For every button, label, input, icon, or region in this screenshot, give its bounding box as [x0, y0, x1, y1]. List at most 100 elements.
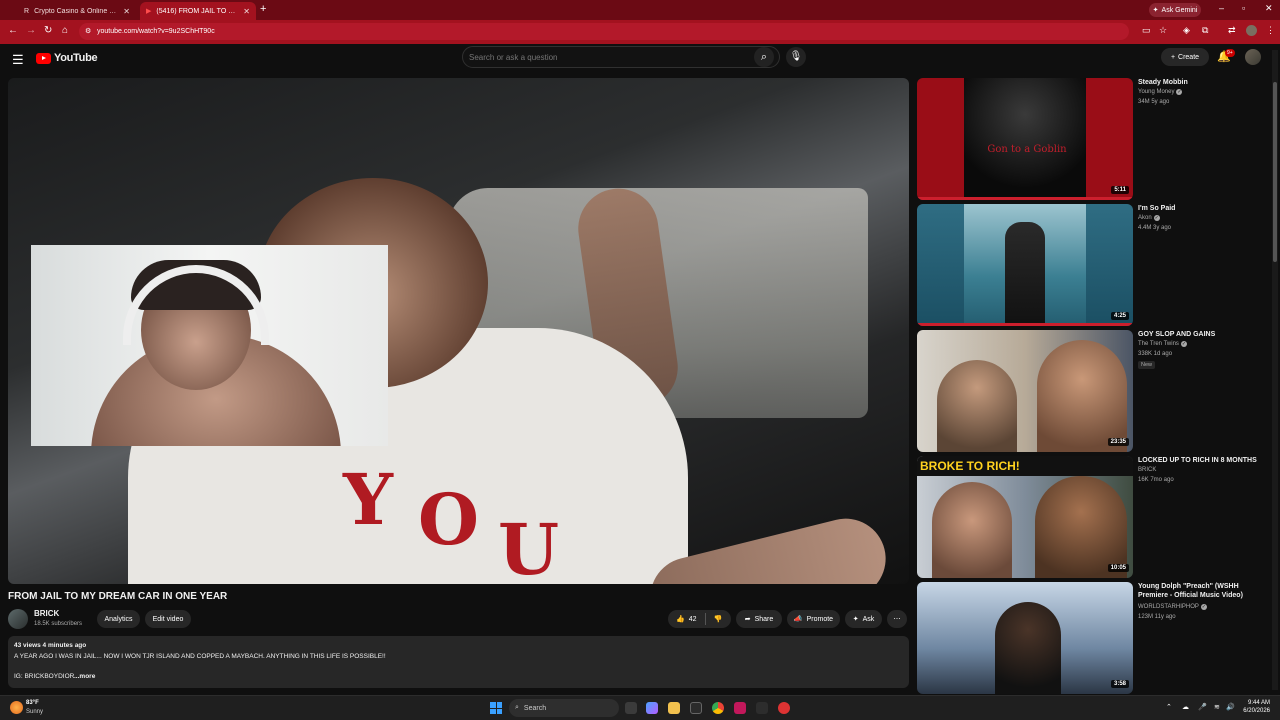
youtube-favicon-icon: ▶: [146, 8, 152, 15]
show-more-link[interactable]: ...more: [74, 673, 95, 680]
taskbar-search-label: Search: [523, 704, 547, 712]
tab-youtube-video[interactable]: ▶ (5416) FROM JAIL TO MY DREA... ✕: [140, 2, 256, 20]
recommendation-title[interactable]: GOY SLOP AND GAINS: [1138, 330, 1268, 339]
windows-start-icon[interactable]: [490, 702, 502, 714]
video-thumbnail[interactable]: 4:25: [917, 204, 1133, 326]
app-a-icon[interactable]: [734, 702, 746, 714]
url-text: youtube.com/watch?v=9u2SChHT90c: [97, 28, 215, 35]
figure-in-suit: [1005, 222, 1045, 326]
recommendation-channel: BRICK: [1138, 467, 1157, 473]
minimize-icon[interactable]: –: [1219, 3, 1224, 13]
search-icon: ⌕: [515, 704, 519, 711]
promote-button[interactable]: 📣 Promote: [787, 610, 840, 628]
site-info-icon[interactable]: ⚙: [85, 23, 91, 40]
scrollbar-thumb[interactable]: [1273, 82, 1277, 262]
recommendation-title[interactable]: Young Dolph "Preach" (WSHH Premiere - Of…: [1138, 582, 1268, 600]
sidebar-icon[interactable]: ⇄: [1228, 25, 1236, 36]
back-arrow-icon[interactable]: ←: [8, 25, 18, 36]
reload-icon[interactable]: ↻: [44, 25, 52, 36]
wifi-icon[interactable]: ≋: [1214, 703, 1220, 711]
tray-chevron-icon[interactable]: ⌃: [1166, 703, 1172, 711]
subscriber-count: 18.5K subscribers: [34, 621, 83, 627]
tab-title: Crypto Casino & Online Gambli...: [34, 7, 119, 15]
recommendation-title[interactable]: LOCKED UP TO RICH IN 8 MONTHS: [1138, 456, 1268, 465]
calendar-app-icon[interactable]: [690, 702, 702, 714]
account-avatar[interactable]: [1245, 49, 1261, 65]
duration-badge: 5:11: [1111, 186, 1129, 194]
volume-icon[interactable]: 🔊: [1226, 703, 1235, 711]
close-icon[interactable]: ✕: [243, 7, 250, 16]
recommendation-stats: 4.4M 3y ago: [1138, 225, 1172, 231]
video-thumbnail[interactable]: 3:58: [917, 582, 1133, 694]
recommendation-item[interactable]: 23:35 GOY SLOP AND GAINS The Tren Twins ✓…: [917, 330, 1267, 452]
page-scrollbar[interactable]: [1272, 50, 1278, 690]
description-ig: IG: BRICKBOYDIOR: [14, 673, 75, 680]
create-button[interactable]: + Create: [1161, 48, 1209, 66]
app-red-icon[interactable]: [778, 702, 790, 714]
puzzle-icon[interactable]: ⧉: [1202, 25, 1208, 36]
jersey-letter: U: [498, 508, 560, 584]
maximize-icon[interactable]: ▫: [1242, 3, 1245, 13]
notification-count-badge: 9+: [1225, 49, 1235, 57]
edit-video-button[interactable]: Edit video: [145, 610, 191, 628]
close-icon[interactable]: ✕: [123, 7, 130, 16]
window-close-icon[interactable]: ✕: [1265, 3, 1273, 14]
recommendation-stats: 16K 7mo ago: [1138, 477, 1174, 483]
thumbs-down-icon[interactable]: 👎: [714, 615, 723, 623]
recommendation-title[interactable]: I'm So Paid: [1138, 204, 1268, 213]
home-icon[interactable]: ⌂: [62, 25, 68, 36]
forward-arrow-icon[interactable]: →: [26, 25, 36, 36]
youtube-logo-text: YouTube: [54, 52, 98, 64]
video-thumbnail[interactable]: Gon to a Goblin 5:11: [917, 78, 1133, 200]
search-box[interactable]: [462, 46, 780, 68]
search-icon[interactable]: ⌕: [754, 47, 774, 67]
microphone-icon[interactable]: 🎙: [786, 47, 806, 67]
app-pen-icon[interactable]: [756, 702, 768, 714]
tray-cloud-icon[interactable]: ☁: [1182, 703, 1189, 711]
weather-sun-icon[interactable]: [10, 701, 23, 714]
system-clock[interactable]: 9:44 AM 6/20/2026: [1240, 699, 1270, 715]
tray-mic-icon[interactable]: 🎤: [1198, 703, 1207, 711]
video-thumbnail[interactable]: 23:35: [917, 330, 1133, 452]
taskbar-search[interactable]: ⌕ Search: [509, 699, 619, 717]
video-thumbnail[interactable]: BROKE TO RICH! 10:05: [917, 456, 1133, 578]
recommendation-title[interactable]: Steady Mobbin: [1138, 78, 1268, 87]
recommendation-item[interactable]: 3:58 Young Dolph "Preach" (WSHH Premiere…: [917, 582, 1267, 694]
file-explorer-icon[interactable]: [668, 702, 680, 714]
recommendation-item[interactable]: 4:25 I'm So Paid Akon ✓ 4.4M 3y ago: [917, 204, 1267, 326]
chrome-icon[interactable]: [712, 702, 724, 714]
new-tab-button[interactable]: +: [260, 3, 266, 15]
windows-taskbar: 83°F Sunny ⌕ Search ⌃ ☁ 🎤 ≋ 🔊 9:44 AM 6/…: [0, 695, 1280, 720]
youtube-play-icon: [36, 52, 51, 64]
ask-button[interactable]: ✦ Ask: [845, 610, 882, 628]
hamburger-menu-icon[interactable]: ☰: [12, 52, 24, 68]
tab-favicon-icon: R: [24, 7, 30, 15]
recommendation-channel: WORLDSTARHIPHOP ✓: [1138, 604, 1207, 610]
description-box[interactable]: 43 views 4 minutes ago A YEAR AGO I WAS …: [8, 636, 909, 688]
thumbs-up-icon[interactable]: 👍: [676, 615, 685, 623]
bodybuilder-thumb: [1037, 340, 1127, 452]
ask-gemini-button[interactable]: ✦ Ask Gemini: [1149, 3, 1201, 17]
browser-tab-bar: R Crypto Casino & Online Gambli... ✕ ▶ (…: [0, 0, 1280, 20]
channel-name[interactable]: BRICK: [34, 609, 59, 618]
more-actions-icon[interactable]: ⋯: [887, 610, 907, 628]
share-button[interactable]: ➦ Share: [736, 610, 782, 628]
tab-crypto-casino[interactable]: R Crypto Casino & Online Gambli... ✕: [18, 2, 136, 20]
search-input[interactable]: [469, 50, 749, 65]
analytics-button[interactable]: Analytics: [97, 610, 140, 628]
recommendation-channel: Young Money ✓: [1138, 89, 1183, 95]
channel-avatar[interactable]: [8, 609, 28, 629]
copilot-icon[interactable]: [646, 702, 658, 714]
menu-dots-icon[interactable]: ⋮: [1266, 25, 1275, 36]
task-view-icon[interactable]: [625, 702, 637, 714]
duration-badge: 10:05: [1107, 564, 1129, 572]
extension-icon[interactable]: ◈: [1183, 25, 1190, 36]
weather-temp: 83°F: [26, 700, 39, 706]
recommendation-item[interactable]: BROKE TO RICH! 10:05 LOCKED UP TO RICH I…: [917, 456, 1267, 578]
profile-avatar[interactable]: [1246, 25, 1257, 36]
bookmark-star-icon[interactable]: ☆: [1159, 25, 1167, 36]
youtube-logo[interactable]: YouTube: [36, 52, 98, 64]
url-bar[interactable]: ⚙ youtube.com/watch?v=9u2SChHT90c: [79, 23, 1129, 40]
cast-icon[interactable]: ▭: [1142, 25, 1151, 36]
recommendation-item[interactable]: Gon to a Goblin 5:11 Steady Mobbin Young…: [917, 78, 1267, 200]
